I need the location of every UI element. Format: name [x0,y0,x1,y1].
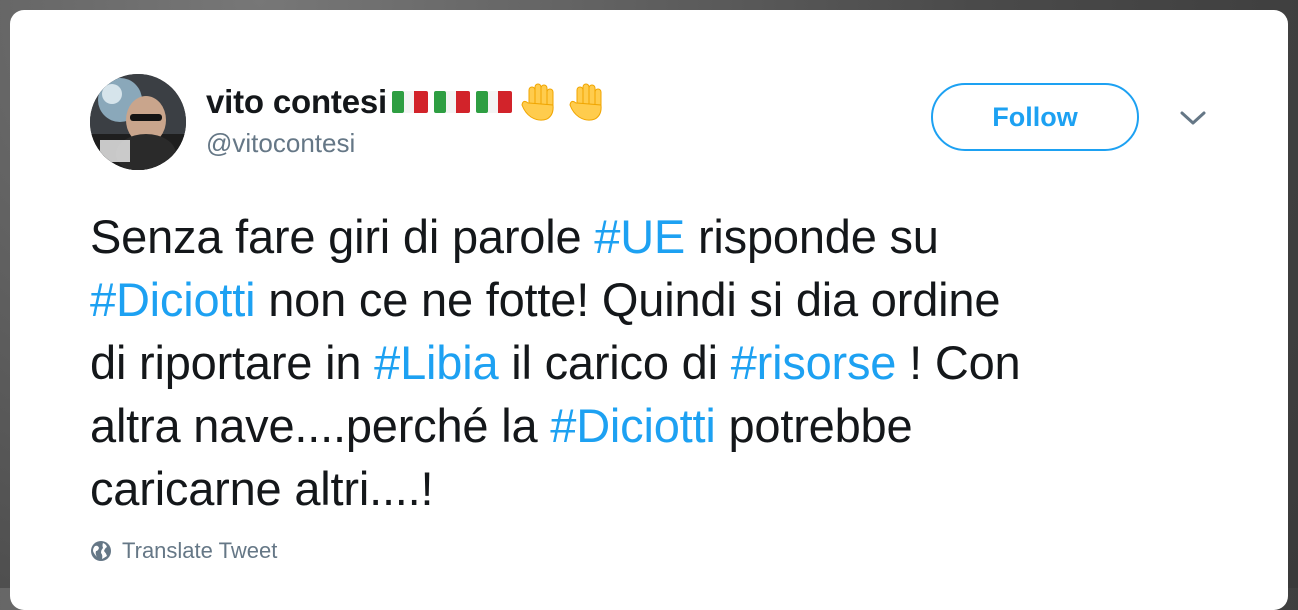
tweet-line: caricarne altri....! [90,457,1240,520]
hashtag-link[interactable]: #Diciotti [550,399,716,452]
hashtag-link[interactable]: #Diciotti [90,273,256,326]
avatar[interactable] [90,74,186,170]
tweet-text-segment: risponde su [685,210,939,263]
tweet-line: altra nave....perché la #Diciotti potreb… [90,394,1240,457]
tweet-card: vito contesi @vitocontesi Follow Senza f… [10,10,1288,610]
author-name-row: vito contesi [206,80,609,124]
tweet-text-segment: di riportare in [90,336,375,389]
tweet-line: #Diciotti non ce ne fotte! Quindi si dia… [90,268,1240,331]
hashtag-link[interactable]: #risorse [731,336,897,389]
hashtag-link[interactable]: #Libia [374,336,498,389]
italy-flag-icon [433,87,471,117]
chevron-down-icon[interactable] [1176,106,1210,132]
tweet-line: di riportare in #Libia il carico di #ris… [90,331,1240,394]
follow-button[interactable]: Follow [931,83,1139,151]
raised-hand-icon [567,81,609,123]
tweet-line: Senza fare giri di parole #UE risponde s… [90,205,1240,268]
italy-flag-icon [391,87,429,117]
globe-icon [91,541,111,561]
tweet-text-segment: ! Con [896,336,1021,389]
translate-tweet-label: Translate Tweet [122,538,278,563]
tweet-text-segment: caricarne altri....! [90,462,434,515]
hashtag-link[interactable]: #UE [594,210,685,263]
tweet-text-segment: Senza fare giri di parole [90,210,595,263]
tweet-text-segment: altra nave....perché la [90,399,551,452]
tweet-text-segment: potrebbe [715,399,913,452]
raised-hand-icon [519,81,561,123]
tweet-text-segment: non ce ne fotte! Quindi si dia ordine [255,273,1001,326]
display-name[interactable]: vito contesi [206,83,387,121]
user-handle[interactable]: @vitocontesi [206,128,355,159]
tweet-text: Senza fare giri di parole #UE risponde s… [90,205,1240,520]
translate-tweet-link[interactable]: Translate Tweet [90,536,277,566]
italy-flag-icon [475,87,513,117]
tweet-text-segment: il carico di [498,336,731,389]
